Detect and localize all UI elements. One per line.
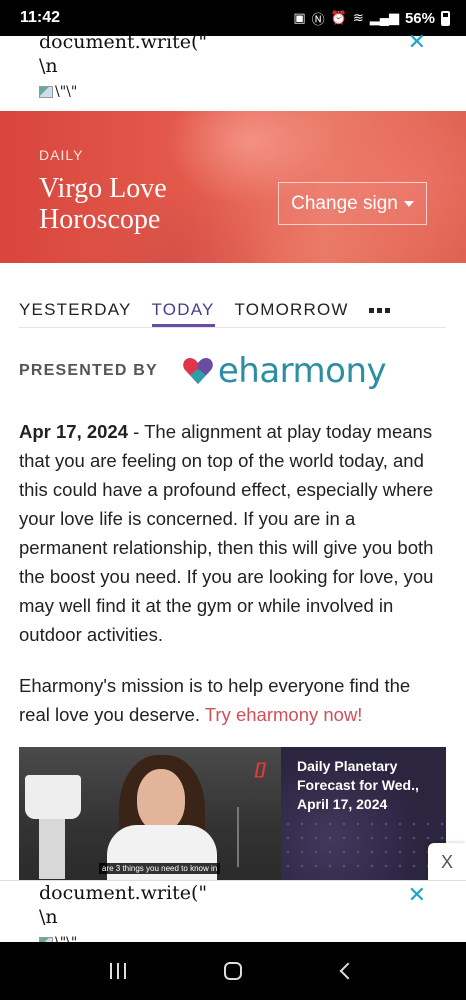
alarm-icon: ⏰ (330, 10, 347, 25)
ad-code-text: document.write(" \n \"\" (39, 30, 207, 104)
ad-broken-image: \"\" (39, 84, 77, 100)
ad-code-line1: document.write(" (39, 882, 208, 904)
battery-icon (441, 10, 450, 26)
video-player[interactable]: are 3 things you need to know in [] Dail… (19, 747, 446, 880)
horoscope-paragraph: Apr 17, 2024 - The alignment at play tod… (19, 417, 446, 649)
battery-percent: 56% (404, 9, 435, 27)
home-button[interactable] (213, 951, 253, 991)
change-sign-label: Change sign (291, 192, 398, 214)
hero-kicker: DAILY (39, 147, 84, 163)
video-title: Daily Planetary Forecast for Wed., April… (297, 758, 419, 812)
day-tabs: YESTERDAY TODAY TOMORROW (19, 300, 446, 328)
recents-button[interactable] (98, 951, 138, 991)
ad-img-alt: \"\" (55, 84, 78, 100)
home-icon (223, 962, 242, 980)
presented-by-label: PRESENTED BY (19, 362, 158, 379)
signal-icon: ▂▄▆ (369, 10, 399, 25)
ad-code-line1: document.write(" (39, 31, 208, 53)
recents-icon (109, 963, 126, 979)
broken-image-icon (39, 86, 53, 98)
tab-yesterday[interactable]: YESTERDAY (19, 300, 132, 324)
ad-code-line2: \n (39, 55, 58, 77)
lamp-shape (25, 775, 81, 819)
horoscope-date: Apr 17, 2024 (19, 421, 129, 442)
system-nav-bar (0, 942, 466, 1000)
starfield-pattern (281, 817, 446, 877)
video-thumbnail: are 3 things you need to know in (19, 747, 281, 880)
sim-icon: ▣ (293, 10, 306, 25)
eharmony-wordmark: eharmony (217, 351, 387, 391)
more-tabs-icon[interactable] (368, 308, 390, 313)
ad-close-button[interactable]: ✕ (408, 883, 426, 908)
ad-code-text: document.write(" \n \"\" (39, 881, 207, 942)
ad-close-button[interactable]: ✕ (408, 30, 426, 55)
eharmony-logo[interactable]: eharmony (182, 351, 387, 391)
horoscope-article: Apr 17, 2024 - The alignment at play tod… (19, 417, 446, 751)
tab-tomorrow[interactable]: TOMORROW (235, 300, 349, 324)
page-title: Virgo Love Horoscope (39, 173, 167, 235)
back-button[interactable] (328, 951, 368, 991)
ad-code-line2: \n (39, 906, 58, 928)
mission-paragraph: Eharmony's mission is to help everyone f… (19, 671, 446, 729)
ad-banner-bottom[interactable]: document.write(" \n \"\" ✕ (0, 880, 466, 942)
ad-banner-top[interactable]: document.write(" \n \"\" ✕ (0, 30, 466, 111)
change-sign-button[interactable]: Change sign (278, 182, 427, 225)
hero-banner: DAILY Virgo Love Horoscope Change sign (0, 111, 466, 263)
sponsor-row: PRESENTED BY eharmony (19, 350, 446, 392)
video-close-button[interactable]: X (428, 843, 466, 881)
monitor-shape (237, 807, 261, 867)
tab-today[interactable]: TODAY (151, 300, 215, 327)
horoscope-text: - The alignment at play today means that… (19, 421, 434, 645)
status-time: 11:42 (20, 9, 61, 26)
brand-bracket-icon: [] (255, 761, 266, 778)
lamp-base-shape (39, 819, 65, 879)
nfc-icon: Ⓝ (311, 11, 325, 27)
wifi-icon: ≋ (352, 10, 364, 25)
video-subtitle: are 3 things you need to know in (99, 863, 221, 874)
try-eharmony-link[interactable]: Try eharmony now! (205, 704, 363, 725)
ad-img-alt: \"\" (55, 935, 77, 942)
back-icon (339, 962, 357, 980)
heart-logo-icon (183, 358, 213, 384)
ad-broken-image: \"\" (39, 935, 77, 942)
status-icons: ▣ Ⓝ ⏰ ≋ ▂▄▆ 56% (293, 9, 450, 28)
presenter-face (137, 769, 185, 831)
caret-down-icon (403, 200, 414, 207)
